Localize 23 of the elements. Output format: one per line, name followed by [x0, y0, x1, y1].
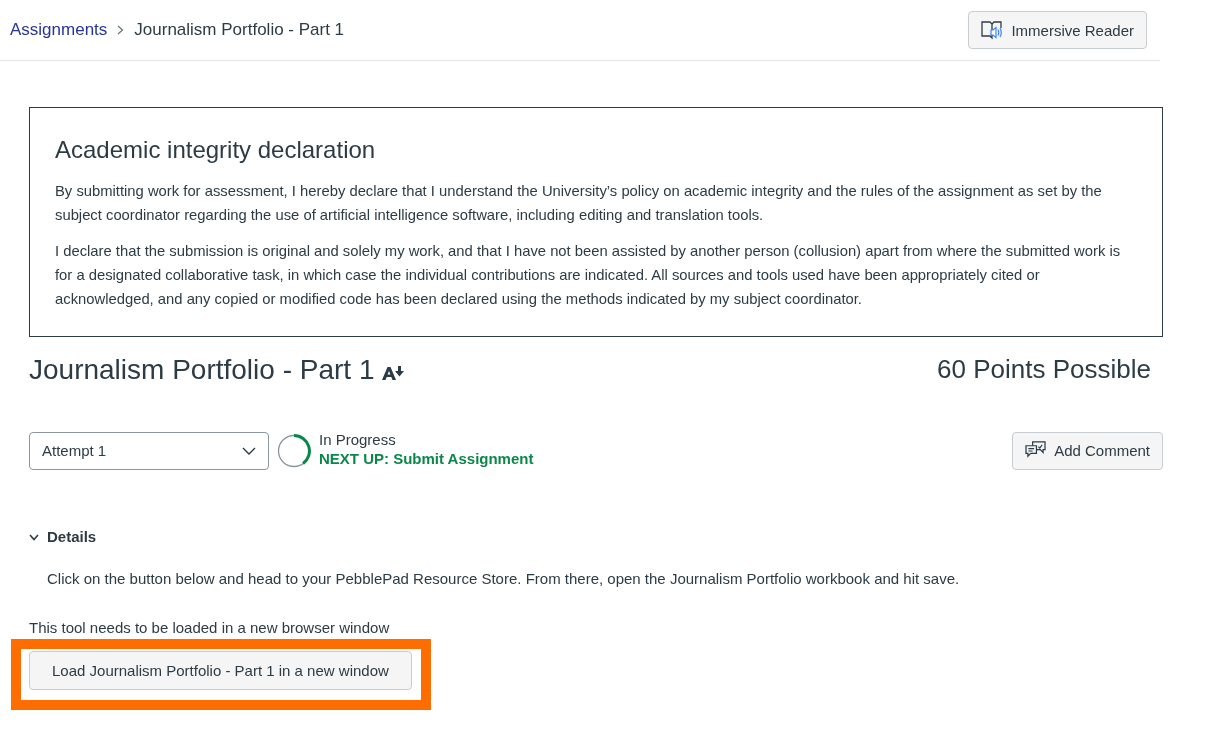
- declaration-paragraph: By submitting work for assessment, I hereby declare that I understand the University’s policy on academic integrity and the rules of the assignment as set by the subject coordinator regarding the use of artificial intelligence software, including editing and translation tools.: [55, 181, 1103, 225]
- chevron-down-icon: [29, 533, 39, 541]
- tool-notice-text: This tool needs to be loaded in a new browser window: [29, 617, 391, 638]
- breadcrumb-current: Journalism Portfolio - Part 1: [134, 19, 345, 42]
- points-possible: 60 Points Possible: [937, 352, 1151, 386]
- progress-status: In Progress: [319, 430, 397, 450]
- details-toggle[interactable]: Details: [29, 525, 97, 549]
- text-size-icon: [382, 366, 405, 381]
- chevron-right-icon: [117, 25, 125, 35]
- load-tool-button[interactable]: Load Journalism Portfolio - Part 1 in a new window: [29, 651, 412, 691]
- details-text: Click on the button below and head to your PebblePad Resource Store. From there, open the Journalism Portfolio workbook and hit save.: [46, 569, 961, 590]
- immersive-reader-button[interactable]: Immersive Reader: [968, 11, 1147, 49]
- book-speaker-icon: [981, 20, 1004, 40]
- next-step-text: NEXT UP: Submit Assignment: [319, 449, 534, 469]
- assignment-title: Journalism Portfolio - Part 1: [29, 352, 375, 387]
- declaration-title: Academic integrity declaration: [55, 136, 377, 165]
- attempt-select[interactable]: Attempt 1: [29, 431, 269, 470]
- declaration-paragraph: I declare that the submission is original and solely my work, and that I have not been assisted by another person (collusion) apart from where the submitted work is for a designated collaborative task, in which case the individual contributions are indicated. All sources and tools used have been appropriately cited or acknowledged, and any copied or modified code has been declared using the methods indicated by my subject coordinator.: [55, 241, 1122, 309]
- chat-bubbles-icon: [1025, 441, 1047, 461]
- add-comment-button[interactable]: Add Comment: [1012, 431, 1163, 470]
- breadcrumb-link[interactable]: Assignments: [10, 17, 108, 43]
- progress-ring-icon: [277, 433, 311, 468]
- chevron-down-icon: [242, 446, 256, 455]
